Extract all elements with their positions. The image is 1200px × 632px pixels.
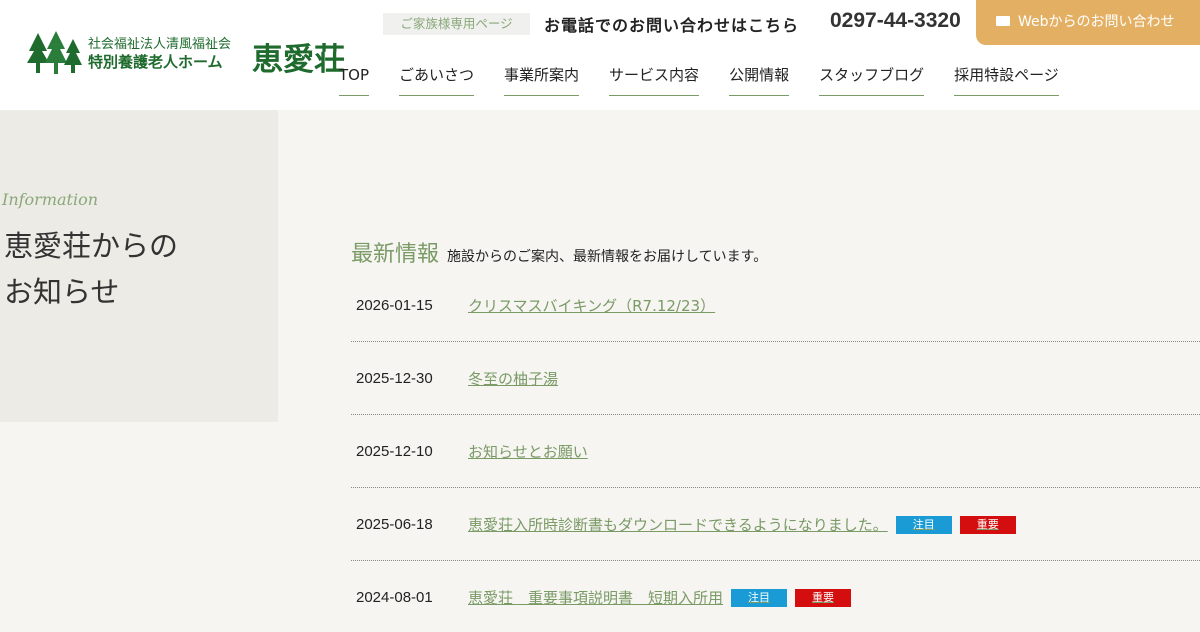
news-link-text: お知らせとお願い [468,443,588,461]
logo-facility-name: 恵愛荘 [252,42,345,78]
news-link-text: 冬至の柚子湯 [468,370,559,388]
site-header: 社会福祉法人清風福祉会 特別養護老人ホーム 恵愛荘 ご家族様専用ページ お電話で… [0,0,1200,110]
news-list: 2026-01-15 クリスマスバイキング（R7.12/23） 2025-12-… [351,269,1200,632]
family-page-link[interactable]: ご家族様専用ページ [383,13,530,35]
web-contact-label: Webからのお問い合わせ [1018,14,1175,30]
page-title-script-label: Information [2,190,99,209]
logo-facility-type: 特別養護老人ホーム [88,53,223,71]
nav-top[interactable]: TOP [339,66,370,96]
news-item: 2025-12-10 お知らせとお願い [351,415,1200,488]
news-link-text: 恵愛荘入所時診断書もダウンロードできるようになりました。 [468,516,888,534]
news-description: 施設からのご案内、最新情報をお届けしています。 [447,249,768,265]
news-date: 2025-12-30 [356,370,433,387]
badge-notice: 注目 [731,588,788,607]
news-item: 2024-08-01 恵愛荘 重要事項説明書 短期入所用 注目 重要 [351,561,1200,632]
mail-icon [996,16,1010,26]
news-date: 2025-06-18 [356,516,433,533]
news-title: 最新情報 [351,242,440,267]
news-link[interactable]: クリスマスバイキング（R7.12/23） [468,295,715,316]
news-date: 2026-01-15 [356,297,433,314]
news-date: 2025-12-10 [356,443,433,460]
main-nav: TOP ごあいさつ 事業所案内 サービス内容 公開情報 スタッフブログ 採用特設… [339,66,1089,96]
logo-corporation-name: 社会福祉法人清風福祉会 [88,37,232,52]
news-item: 2026-01-15 クリスマスバイキング（R7.12/23） [351,269,1200,342]
nav-services[interactable]: サービス内容 [609,66,700,96]
nav-staff-blog[interactable]: スタッフブログ [819,66,925,96]
nav-greeting[interactable]: ごあいさつ [399,66,475,96]
news-link-text: クリスマスバイキング（R7.12/23） [468,297,716,315]
phone-contact-label: お電話でのお問い合わせはこちら [544,16,800,35]
nav-disclosure[interactable]: 公開情報 [729,66,790,96]
news-link-text: 恵愛荘 重要事項説明書 短期入所用 [468,589,724,607]
page-title-line2: お知らせ [4,275,120,309]
news-date: 2024-08-01 [356,589,433,606]
page-title-line1: 恵愛荘からの [4,229,179,263]
site-logo[interactable]: 社会福祉法人清風福祉会 特別養護老人ホーム 恵愛荘 [26,30,356,78]
nav-facilities[interactable]: 事業所案内 [504,66,580,96]
badge-important: 重要 [795,588,852,607]
news-link[interactable]: 恵愛荘 重要事項説明書 短期入所用 注目 重要 [468,587,852,608]
news-item: 2025-12-30 冬至の柚子湯 [351,342,1200,415]
page-title-panel: Information 恵愛荘からの お知らせ [0,110,278,422]
web-contact-button[interactable]: Webからのお問い合わせ [976,0,1200,45]
news-link[interactable]: 冬至の柚子湯 [468,368,558,389]
badge-notice: 注目 [895,515,952,534]
news-section: 最新情報 施設からのご案内、最新情報をお届けしています。 2026-01-15 … [351,236,1200,607]
nav-recruit[interactable]: 採用特設ページ [954,66,1059,96]
news-item: 2025-06-18 恵愛荘入所時診断書もダウンロードできるようになりました。注… [351,488,1200,561]
news-link[interactable]: お知らせとお願い [468,441,588,462]
news-header: 最新情報 施設からのご案内、最新情報をお届けしています。 [351,236,1200,268]
pine-trees-icon [27,31,82,74]
badge-important: 重要 [959,515,1016,534]
news-link[interactable]: 恵愛荘入所時診断書もダウンロードできるようになりました。 注目 重要 [468,514,1016,535]
phone-number[interactable]: 0297-44-3320 [830,9,961,33]
